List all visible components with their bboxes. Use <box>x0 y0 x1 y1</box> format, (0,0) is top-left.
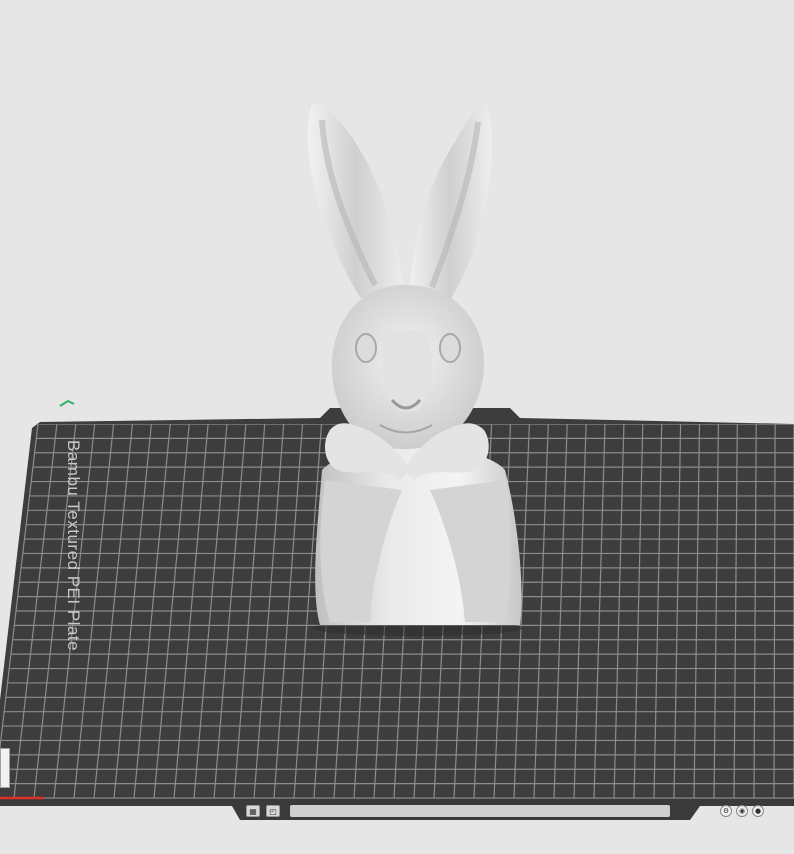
camera-icon[interactable]: ◉ <box>736 805 748 817</box>
rabbit-model[interactable] <box>307 104 523 636</box>
model-right-eye <box>439 333 461 363</box>
y-axis-icon <box>59 399 75 407</box>
3d-viewport[interactable]: Bambu Textured PEI Plate ▦ ◰ ⚙ ◉ ● <box>0 0 794 854</box>
toolbar-status-bar <box>290 805 670 817</box>
model-right-ear <box>408 104 492 310</box>
collapse-panel-tab[interactable] <box>0 748 10 788</box>
settings-icon[interactable]: ⚙ <box>720 805 732 817</box>
model-snout <box>382 330 432 413</box>
plate-icon[interactable]: ▦ <box>246 805 260 817</box>
lock-icon[interactable]: ● <box>752 805 764 817</box>
orient-icon[interactable]: ◰ <box>266 805 280 817</box>
bottom-toolbar: ▦ ◰ ⚙ ◉ ● <box>240 802 794 820</box>
plate-label: Bambu Textured PEI Plate <box>64 440 83 651</box>
model-left-eye <box>355 333 377 363</box>
scene-canvas[interactable]: Bambu Textured PEI Plate <box>0 0 794 854</box>
